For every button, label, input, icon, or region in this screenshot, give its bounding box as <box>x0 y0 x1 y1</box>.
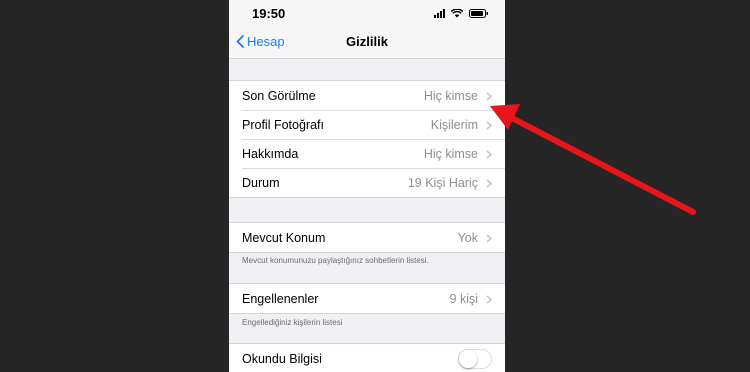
annotation-arrow <box>490 104 696 215</box>
